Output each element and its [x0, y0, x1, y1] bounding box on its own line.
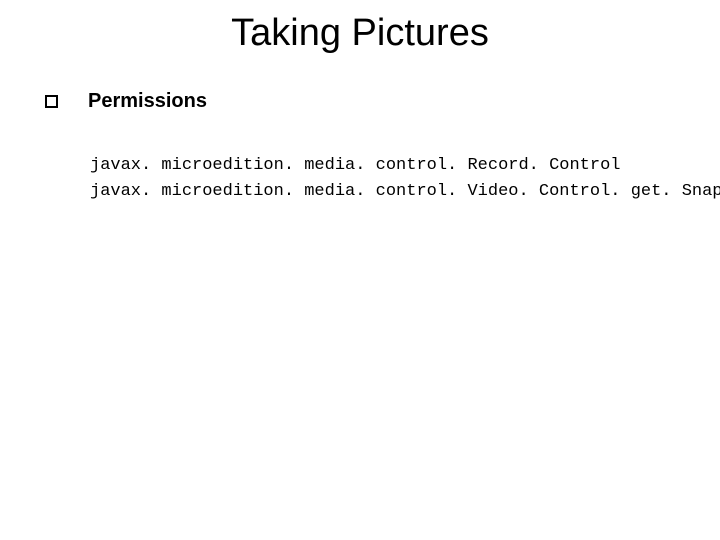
bullet-item: Permissions [45, 90, 680, 113]
code-line: javax. microedition. media. control. Vid… [90, 179, 680, 205]
slide-container: Taking Pictures Permissions javax. micro… [0, 0, 720, 540]
code-block: javax. microedition. media. control. Rec… [90, 153, 680, 204]
code-line: javax. microedition. media. control. Rec… [90, 153, 680, 179]
slide-title: Taking Pictures [40, 12, 680, 55]
bullet-label: Permissions [88, 90, 207, 113]
square-bullet-icon [45, 95, 58, 108]
